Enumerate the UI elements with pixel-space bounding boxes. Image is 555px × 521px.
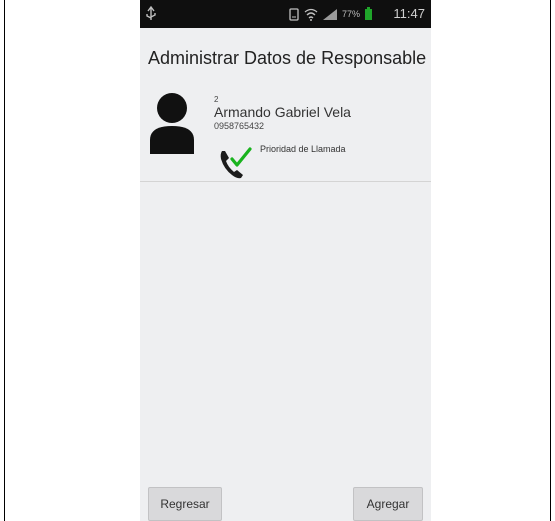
usb-icon <box>146 6 156 20</box>
phone-screen: 77% 11:47 Administrar Datos de Responsab… <box>140 0 431 521</box>
contact-details: 2 Armando Gabriel Vela 0958765432 <box>214 95 351 132</box>
contact-order: 2 <box>214 95 219 104</box>
clock-time: 11:47 <box>393 6 425 21</box>
page-title: Administrar Datos de Responsable <box>148 48 427 68</box>
contact-name: Armando Gabriel Vela <box>214 104 351 120</box>
frame-line-right <box>550 0 551 521</box>
add-button[interactable]: Agregar <box>353 487 423 521</box>
person-avatar-icon <box>150 93 194 154</box>
battery-percent: 77% <box>341 9 360 19</box>
priority-label: Prioridad de Llamada <box>260 144 346 154</box>
signal-icon <box>322 8 337 20</box>
vibrate-icon <box>289 7 299 21</box>
contact-phone: 0958765432 <box>214 121 265 131</box>
battery-icon <box>365 7 372 20</box>
back-button[interactable]: Regresar <box>148 487 222 521</box>
frame-line-left <box>4 0 5 521</box>
status-bar: 77% 11:47 <box>140 0 431 28</box>
phone-check-icon <box>220 147 252 179</box>
wifi-icon <box>304 8 318 21</box>
status-icons: 77% <box>288 7 373 21</box>
list-divider <box>140 181 431 182</box>
